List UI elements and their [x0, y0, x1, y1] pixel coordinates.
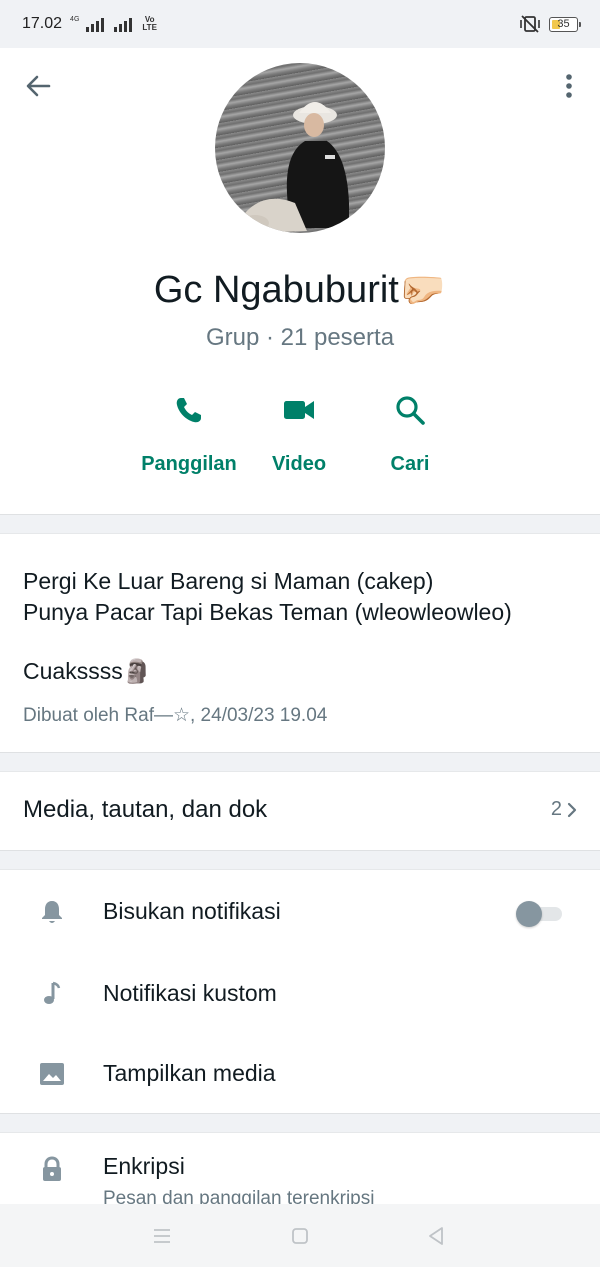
phone-icon: [176, 398, 201, 423]
video-action-button[interactable]: Video: [239, 388, 359, 488]
group-meta: Grup · 21 peserta: [205, 324, 395, 351]
battery-level: 35: [557, 17, 570, 30]
home-icon[interactable]: [288, 1224, 312, 1248]
group-description-card[interactable]: Pergi Ke Luar Bareng si Maman (cakep) Pu…: [0, 533, 600, 753]
group-name[interactable]: Gc Ngabuburit🤛🏻: [0, 268, 600, 312]
battery-icon: 35: [549, 16, 581, 32]
status-bar: 17.02 4G Vo LTE 35: [0, 0, 600, 48]
custom-notifications-row[interactable]: Notifikasi kustom: [0, 954, 600, 1034]
media-count: 2: [551, 798, 578, 821]
mute-notifications-row[interactable]: Bisukan notifikasi: [0, 872, 600, 952]
more-options-button[interactable]: [553, 70, 585, 102]
search-action-label: Cari: [390, 453, 430, 475]
video-icon: [284, 401, 314, 419]
toggle-thumb: [516, 901, 542, 927]
media-count-value: 2: [550, 798, 562, 820]
volte-label-lte: LTE: [142, 23, 157, 32]
description-line: Pergi Ke Luar Bareng si Maman (cakep): [23, 568, 434, 594]
encryption-row[interactable]: Enkripsi Pesan dan panggilan terenkripsi: [0, 1132, 600, 1212]
group-description: Pergi Ke Luar Bareng si Maman (cakep) Pu…: [23, 566, 583, 687]
system-navigation-bar: [0, 1204, 600, 1267]
arrow-back-icon: [26, 75, 51, 97]
description-line: Punya Pacar Tapi Bekas Teman (wleowleowl…: [23, 599, 512, 625]
back-button[interactable]: [22, 70, 54, 102]
media-links-docs-row[interactable]: Media, tautan, dan dok 2: [0, 771, 600, 851]
group-avatar[interactable]: [215, 63, 385, 233]
notification-settings-card: Bisukan notifikasi Notifikasi kustom Tam…: [0, 869, 600, 1114]
description-gap: [23, 628, 583, 656]
custom-notifications-label: Notifikasi kustom: [103, 980, 277, 1006]
menu-icon[interactable]: [150, 1224, 174, 1248]
chevron-right-icon: [567, 802, 577, 817]
signal-indicators: 4G Vo LTE: [70, 16, 157, 32]
mute-notifications-label: Bisukan notifikasi: [103, 898, 281, 924]
status-left: 17.02 4G Vo LTE: [22, 15, 157, 33]
network-type-label: 4G: [70, 16, 80, 23]
bell-icon: [42, 901, 62, 923]
back-triangle-icon[interactable]: [424, 1224, 448, 1248]
vibrate-mute-icon: [520, 15, 540, 33]
status-time: 17.02: [22, 15, 63, 32]
search-action-button[interactable]: Cari: [350, 388, 470, 488]
group-header-card: Gc Ngabuburit🤛🏻 Grup · 21 peserta Panggi…: [0, 48, 600, 515]
media-label: Media, tautan, dan dok: [23, 796, 268, 823]
media-visibility-label: Tampilkan media: [103, 1060, 276, 1086]
lock-icon: [43, 1156, 61, 1181]
description-line: Cuakssss🗿: [23, 658, 152, 684]
search-icon: [396, 396, 425, 425]
mute-toggle[interactable]: [514, 901, 562, 927]
call-action-label: Panggilan: [141, 453, 237, 475]
more-vertical-icon: [566, 74, 572, 98]
encryption-label: Enkripsi: [103, 1153, 185, 1179]
avatar-photo: [241, 102, 349, 233]
created-by-text: Dibuat oleh Raf—☆, 24/03/23 19.04: [23, 705, 328, 726]
image-icon: [40, 1063, 64, 1085]
status-right: 35: [519, 15, 581, 33]
volte-icon: Vo LTE: [142, 16, 157, 32]
video-action-label: Video: [271, 453, 327, 475]
call-action-button[interactable]: Panggilan: [129, 388, 249, 488]
signal-bars-2-icon: [114, 18, 133, 32]
music-note-icon: [44, 981, 61, 1004]
signal-bars-icon: [86, 18, 105, 32]
media-visibility-row[interactable]: Tampilkan media: [0, 1034, 600, 1114]
